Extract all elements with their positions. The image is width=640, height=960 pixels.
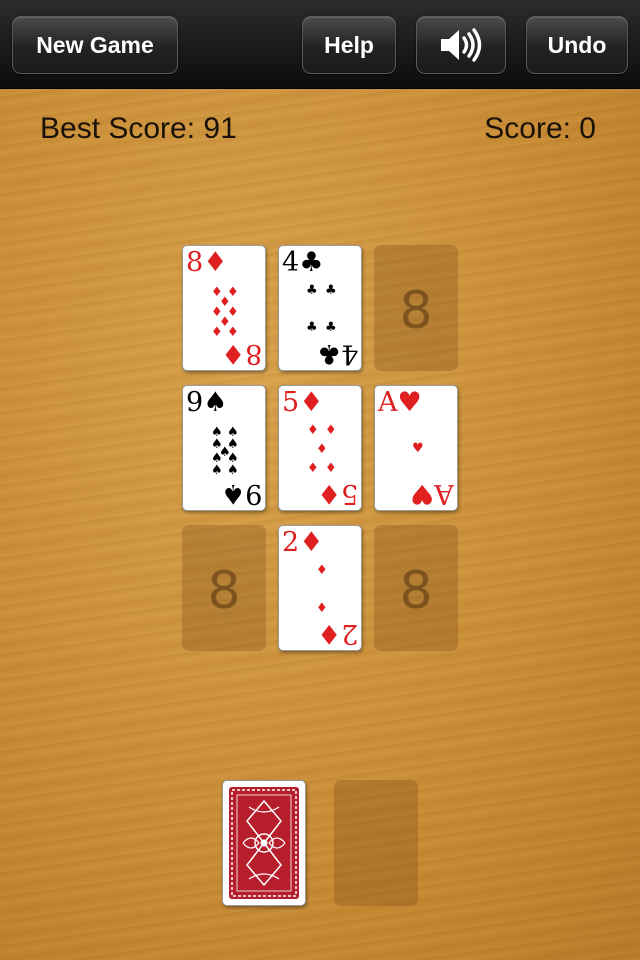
card-ace-hearts[interactable]: A♥ A♥ ♥: [374, 385, 458, 511]
card-5-diamonds[interactable]: 5♦ 5♦ ♦ ♦ ♦ ♦ ♦: [278, 385, 362, 511]
card-corner: A♥: [378, 387, 422, 418]
card-corner: 8♦: [186, 247, 228, 278]
empty-slot[interactable]: 8: [182, 525, 266, 651]
undo-button[interactable]: Undo: [526, 16, 628, 74]
diamond-pip-icon: ♦: [211, 325, 223, 340]
club-pip-icon: ♣: [306, 283, 318, 298]
card-8-diamonds[interactable]: 8♦ 8♦ ♦ ♦ ♦ ♦ ♦ ♦ ♦ ♦: [182, 245, 266, 371]
card-corner: 4♣: [282, 247, 324, 278]
diamond-pip-icon: ♦: [316, 563, 328, 578]
club-pip-icon: ♣: [325, 320, 337, 335]
card-back-pattern: [229, 787, 299, 899]
card-corner: 9♠: [220, 478, 262, 509]
new-game-button[interactable]: New Game: [12, 16, 178, 74]
toolbar: New Game Help Undo: [0, 0, 640, 89]
diamond-pip-icon: ♦: [316, 601, 328, 616]
card-2-diamonds[interactable]: 2♦ 2♦ ♦ ♦: [278, 525, 362, 651]
card-corner: 8♦: [220, 338, 262, 369]
diamond-pip-icon: ♦: [325, 423, 337, 438]
draw-pile[interactable]: [222, 780, 306, 906]
slot-label: 8: [207, 561, 241, 621]
diamond-pip-icon: ♦: [227, 325, 239, 340]
empty-slot[interactable]: 8: [374, 245, 458, 371]
card-4-clubs[interactable]: 4♣ 4♣ ♣ ♣ ♣ ♣: [278, 245, 362, 371]
club-pip-icon: ♣: [325, 283, 337, 298]
card-corner: 2♦: [316, 618, 358, 649]
diamond-pip-icon: ♦: [307, 423, 319, 438]
slot-label: 8: [399, 561, 433, 621]
best-score: Best Score: 91: [40, 112, 237, 145]
spade-pip-icon: ♠: [227, 463, 239, 478]
sound-button[interactable]: [416, 16, 506, 74]
diamond-pip-icon: ♦: [325, 461, 337, 476]
speaker-icon: [441, 28, 482, 62]
spade-pip-icon: ♠: [211, 463, 223, 478]
diamond-pip-icon: ♦: [316, 442, 328, 457]
card-9-spades[interactable]: 9♠ 9♠ ♠ ♠ ♠ ♠ ♠ ♠ ♠ ♠ ♠: [182, 385, 266, 511]
current-score: Score: 0: [484, 112, 596, 145]
card-corner: 5♦: [316, 478, 358, 509]
card-corner: 9♠: [186, 387, 228, 418]
diamond-pip-icon: ♦: [307, 461, 319, 476]
club-pip-icon: ♣: [306, 320, 318, 335]
waste-pile-slot[interactable]: [334, 780, 418, 906]
card-corner: A♥: [410, 478, 454, 509]
card-corner: 5♦: [282, 387, 324, 418]
slot-label: 8: [399, 281, 433, 341]
heart-pip-icon: ♥: [412, 441, 424, 456]
help-button[interactable]: Help: [302, 16, 396, 74]
card-corner: 2♦: [282, 527, 324, 558]
card-corner: 4♣: [316, 338, 358, 369]
card-back-ornament-icon: [231, 789, 297, 897]
empty-slot[interactable]: 8: [374, 525, 458, 651]
